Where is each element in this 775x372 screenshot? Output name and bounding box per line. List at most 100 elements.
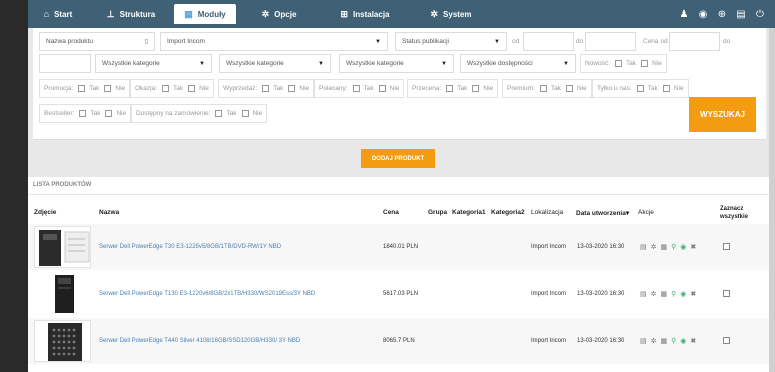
checkbox[interactable] (78, 85, 86, 92)
header-created[interactable]: Data utworzenia▾ (576, 209, 629, 217)
tab-start[interactable]: ⌂ Start (28, 0, 88, 28)
gear-icon[interactable]: ✲ (651, 337, 657, 345)
date-from-input[interactable] (523, 32, 574, 51)
product-date: 13-03-2020 16:30 (577, 244, 625, 250)
delete-icon[interactable]: ✖ (690, 243, 696, 251)
category-select-2[interactable]: Wszystkie kategorie ▼ (219, 54, 331, 73)
tab-moduly[interactable]: ▦ Moduły (174, 4, 236, 24)
header-price[interactable]: Cena (383, 209, 399, 216)
edit-icon[interactable]: ▤ (640, 243, 647, 251)
checkbox[interactable] (188, 85, 196, 92)
checkbox[interactable] (662, 85, 670, 92)
header-name[interactable]: Nazwa (99, 209, 119, 216)
product-image[interactable] (34, 320, 91, 362)
tab-moduly-label: Moduły (197, 9, 226, 19)
product-image[interactable] (34, 273, 91, 315)
gallery-icon[interactable]: ▦ (661, 337, 668, 345)
scrollbar[interactable] (769, 28, 775, 372)
category-select-3[interactable]: Wszystkie kategorie ▼ (339, 54, 454, 73)
eye-icon[interactable]: ◉ (680, 243, 686, 251)
filter-przecena: Przecena: Tak Nie (407, 79, 499, 98)
filter-promo: Promocja: Tak Nie (39, 79, 131, 98)
checkbox[interactable] (446, 85, 454, 92)
status-select[interactable]: Status publikacji ▼ (395, 32, 507, 51)
eye-icon[interactable]: ◉ (680, 337, 686, 345)
product-price: 1840.01 PLN (383, 244, 419, 250)
price-from-input[interactable] (669, 32, 720, 51)
product-location: Import Incom (531, 338, 567, 344)
product-price: 8065.7 PLN (383, 338, 415, 344)
eye-icon[interactable]: ◉ (698, 9, 708, 20)
gallery-icon[interactable]: ▦ (661, 290, 668, 298)
sitemap-icon: ⊥ (106, 8, 115, 19)
edit-icon[interactable]: ▤ (640, 290, 647, 298)
header-location[interactable]: Lokalizacja (531, 209, 563, 216)
gear-icon[interactable]: ✲ (651, 243, 657, 251)
checkbox[interactable] (539, 85, 547, 92)
user-icon[interactable]: ♟ (679, 9, 689, 20)
row-actions: ▤ ✲ ▦ ⚲ ◉ ✖ (640, 224, 696, 270)
plug-icon[interactable]: ⚲ (671, 290, 676, 298)
checkbox[interactable] (79, 110, 87, 117)
add-product-button[interactable]: DODAJ PRODUKT (361, 149, 435, 168)
header-category2[interactable]: Kategoria2 (491, 209, 525, 216)
product-name-link[interactable]: Serwer Dell PowerEdge T30 E3-1225v5/8GB/… (99, 224, 281, 270)
product-name-input[interactable]: Nazwa produktu ▯ (39, 32, 155, 51)
row-checkbox[interactable] (723, 290, 730, 297)
tab-struktura-label: Struktura (119, 9, 156, 19)
filter-premium: Premium: Tak Nie (502, 79, 592, 98)
edit-icon[interactable]: ▤ (640, 337, 647, 345)
import-select[interactable]: Import Incom ▼ (160, 32, 388, 51)
checkbox[interactable] (215, 110, 223, 117)
filter-bestseller-label: Bestseller: (44, 110, 75, 117)
category-select-1[interactable]: Wszystkie kategorie ▼ (95, 54, 212, 73)
filter-premium-label: Premium: (507, 85, 535, 92)
gallery-icon[interactable]: ▦ (661, 243, 668, 251)
checkbox[interactable] (104, 85, 112, 92)
tab-struktura[interactable]: ⊥ Struktura (88, 0, 174, 28)
checkbox[interactable] (641, 60, 649, 67)
tab-instalacja[interactable]: ⊞ Instalacja (322, 0, 408, 28)
checkbox[interactable] (262, 85, 270, 92)
gear-icon[interactable]: ✲ (651, 290, 657, 298)
no-label: Nie (389, 85, 400, 92)
row-checkbox[interactable] (723, 337, 730, 344)
availability-select[interactable]: Wszystkie dostępności ▼ (460, 54, 576, 73)
printer-icon[interactable]: ▤ (736, 9, 746, 20)
date-to-input[interactable] (585, 32, 636, 51)
no-label: Nie (299, 85, 310, 92)
checkbox[interactable] (636, 85, 644, 92)
search-button[interactable]: WYSZUKAJ (689, 97, 756, 132)
chevron-down-icon: ▼ (494, 38, 500, 45)
product-image[interactable] (34, 226, 91, 268)
product-name-link[interactable]: Serwer Dell PowerEdge T130 E3-1220v6/8GB… (99, 271, 315, 317)
checkbox[interactable] (241, 110, 249, 117)
checkbox[interactable] (472, 85, 480, 92)
tab-opcje[interactable]: ✲ Opcje (236, 0, 322, 28)
checkbox[interactable] (378, 85, 386, 92)
tab-system[interactable]: ✲ System (408, 0, 494, 28)
power-icon[interactable]: ⏻ (755, 9, 765, 20)
checkbox[interactable] (288, 85, 296, 92)
row-checkbox[interactable] (723, 243, 730, 250)
delete-icon[interactable]: ✖ (690, 337, 696, 345)
lifebuoy-icon[interactable]: ⊕ (717, 9, 727, 20)
header-category1[interactable]: Kategoria1 (452, 209, 486, 216)
plug-icon[interactable]: ⚲ (671, 243, 676, 251)
product-name-link[interactable]: Serwer Dell PowerEdge T440 Silver 4108/1… (99, 318, 300, 364)
plug-icon[interactable]: ⚲ (671, 337, 676, 345)
eye-icon[interactable]: ◉ (680, 290, 686, 298)
checkbox[interactable] (352, 85, 360, 92)
plus-square-icon: ⊞ (340, 8, 349, 19)
yes-label: Tak (226, 110, 237, 117)
checkbox[interactable] (162, 85, 170, 92)
yes-label: Tak (625, 60, 637, 67)
checkbox[interactable] (105, 110, 113, 117)
header-group[interactable]: Grupa (428, 209, 447, 216)
checkbox[interactable] (614, 60, 622, 67)
checkbox[interactable] (565, 85, 573, 92)
header-select-all[interactable]: Zaznacz wszystkie (720, 205, 748, 221)
price-to-input[interactable] (39, 54, 91, 73)
delete-icon[interactable]: ✖ (690, 290, 696, 298)
select-all-line2: wszystkie (720, 214, 749, 220)
